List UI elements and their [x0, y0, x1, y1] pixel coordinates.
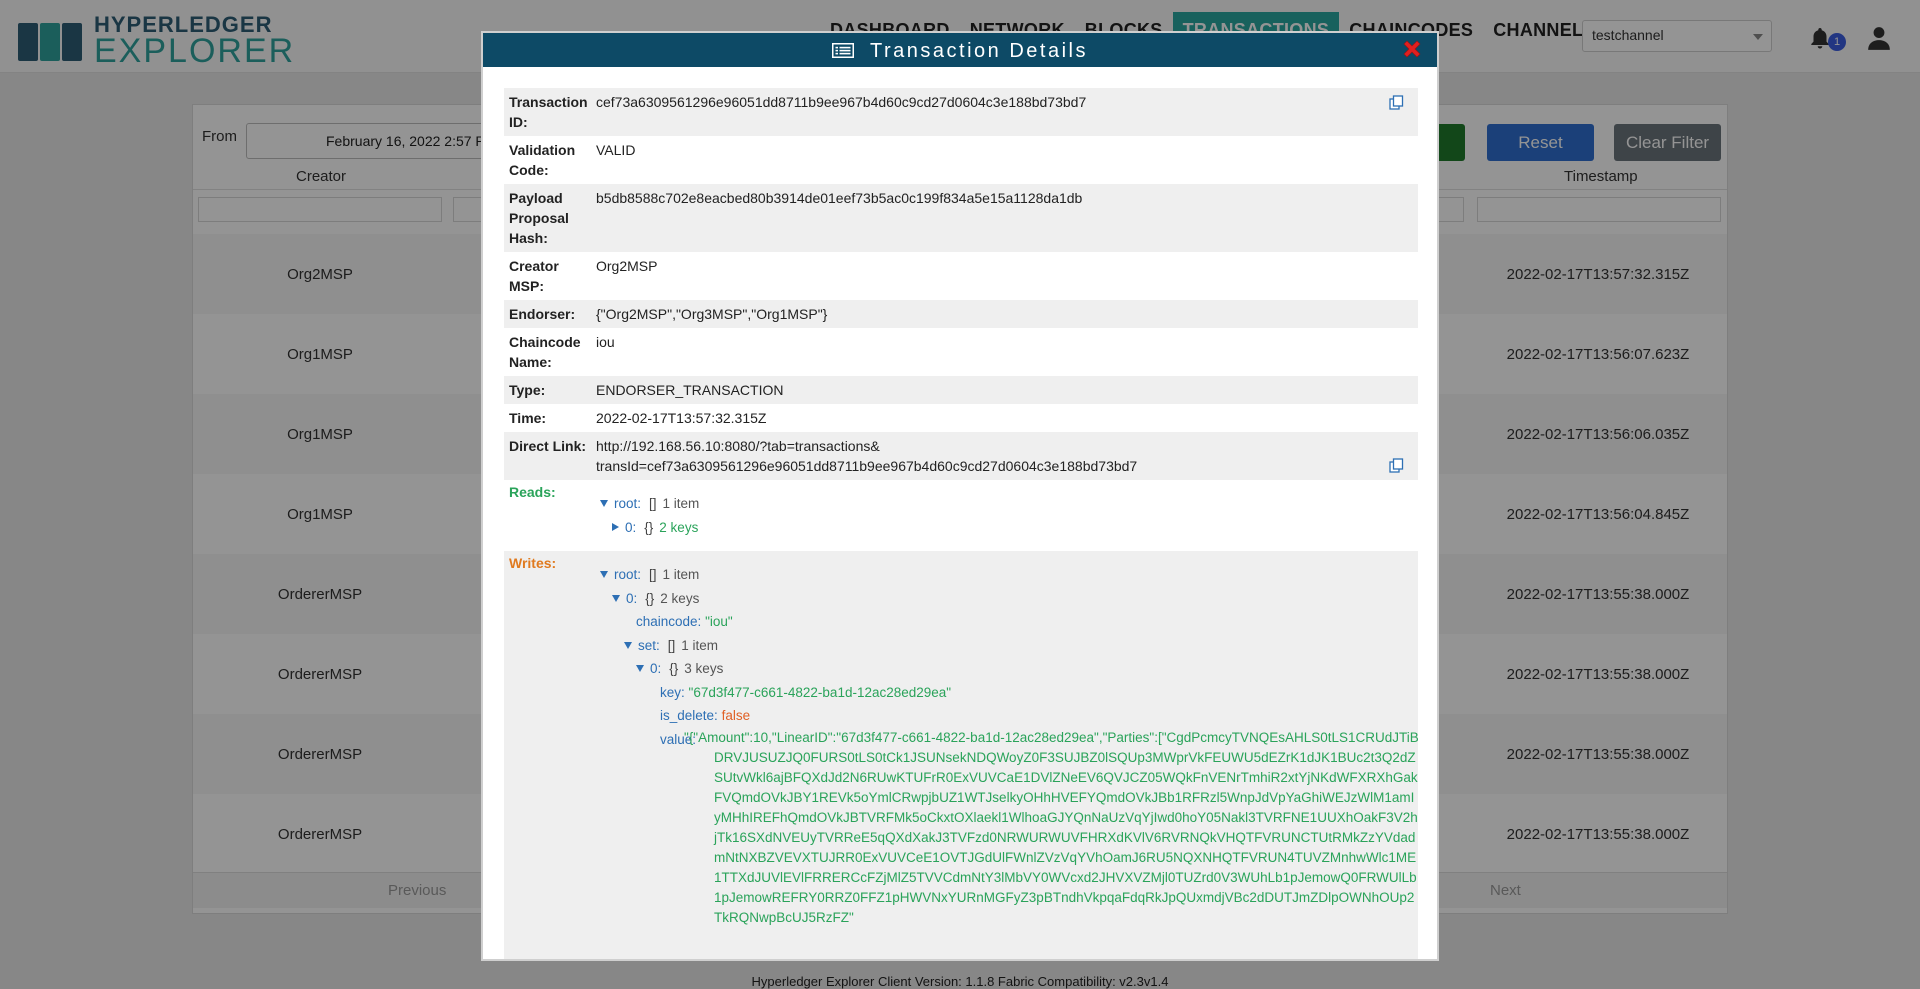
payload-hash-value: b5db8588c702e8eacbed80b3914de01eef73b5ac… — [596, 190, 1083, 206]
detail-row-direct-link: Direct Link: http://192.168.56.10:8080/?… — [504, 432, 1418, 480]
expand-arrow-icon[interactable] — [612, 594, 620, 602]
detail-row-validation-code: Validation Code: VALID — [504, 136, 1418, 184]
list-icon — [832, 43, 855, 58]
writes-section: Writes: root:[] 1 item 0:{} 2 keys chainco… — [504, 551, 1419, 959]
modal-title: Transaction Details — [870, 40, 1088, 62]
reads-section: Reads: root:[] 1 item 0:{} 2 keys — [504, 480, 1418, 551]
endorser-value: {"Org2MSP","Org3MSP","Org1MSP"} — [596, 306, 828, 322]
writes-key-entry: key: "67d3f477-c661-4822-ba1d-12ac28ed29… — [660, 684, 952, 700]
collapse-arrow-icon[interactable] — [612, 522, 619, 531]
modal-header: Transaction Details — [483, 33, 1437, 67]
detail-row-endorser: Endorser: {"Org2MSP","Org3MSP","Org1MSP"… — [504, 300, 1418, 328]
expand-arrow-icon[interactable] — [600, 571, 608, 578]
creator-msp-value: Org2MSP — [596, 258, 658, 274]
detail-row-chaincode-name: Chaincode Name: iou — [504, 328, 1418, 376]
direct-link-line2[interactable]: transId=cef73a6309561296e96051dd8711b9ee… — [596, 456, 1418, 476]
expand-arrow-icon[interactable] — [624, 641, 632, 649]
copy-icon[interactable] — [1389, 95, 1404, 110]
detail-row-payload-hash: Payload Proposal Hash: b5db8588c702e8eac… — [504, 184, 1418, 252]
copy-icon[interactable] — [1389, 458, 1404, 473]
writes-chaincode-entry: chaincode: "iou" — [636, 614, 733, 629]
close-icon[interactable] — [1400, 37, 1424, 61]
detail-row-time: Time: 2022-02-17T13:57:32.315Z — [504, 404, 1418, 432]
reads-label: Reads: — [509, 484, 556, 500]
details-table: Transaction ID: cef73a6309561296e96051dd… — [504, 88, 1419, 959]
transaction-id-value: cef73a6309561296e96051dd8711b9ee967b4d60… — [596, 94, 1087, 110]
expand-arrow-icon[interactable] — [636, 665, 644, 672]
validation-code-value: VALID — [596, 142, 636, 158]
writes-label: Writes: — [509, 555, 557, 571]
chaincode-name-value: iou — [596, 334, 615, 350]
writes-set-node[interactable]: set:[] 1 item — [600, 634, 951, 658]
writes-root-node[interactable]: root:[] 1 item — [600, 563, 951, 587]
direct-link-line1[interactable]: http://192.168.56.10:8080/?tab=transacti… — [596, 436, 1418, 456]
reads-item-node[interactable]: 0:{} 2 keys — [600, 516, 699, 540]
writes-item-node[interactable]: 0:{} 2 keys — [600, 587, 951, 611]
time-value: 2022-02-17T13:57:32.315Z — [596, 410, 767, 426]
detail-row-transaction-id: Transaction ID: cef73a6309561296e96051dd… — [504, 88, 1418, 136]
detail-row-type: Type: ENDORSER_TRANSACTION — [504, 376, 1418, 404]
detail-row-creator-msp: Creator MSP: Org2MSP — [504, 252, 1418, 300]
transaction-details-modal: Transaction Details Transaction ID: cef7… — [481, 31, 1439, 961]
type-value: ENDORSER_TRANSACTION — [596, 382, 784, 398]
reads-root-node[interactable]: root:[] 1 item — [600, 492, 699, 516]
writes-is-delete-entry: is_delete: false — [660, 708, 751, 723]
writes-set-item-node[interactable]: 0:{} 3 keys — [600, 657, 951, 681]
expand-arrow-icon[interactable] — [600, 500, 608, 507]
writes-value-text: "{"Amount":10,"LinearID":"67d3f477-c661-… — [684, 730, 1419, 925]
